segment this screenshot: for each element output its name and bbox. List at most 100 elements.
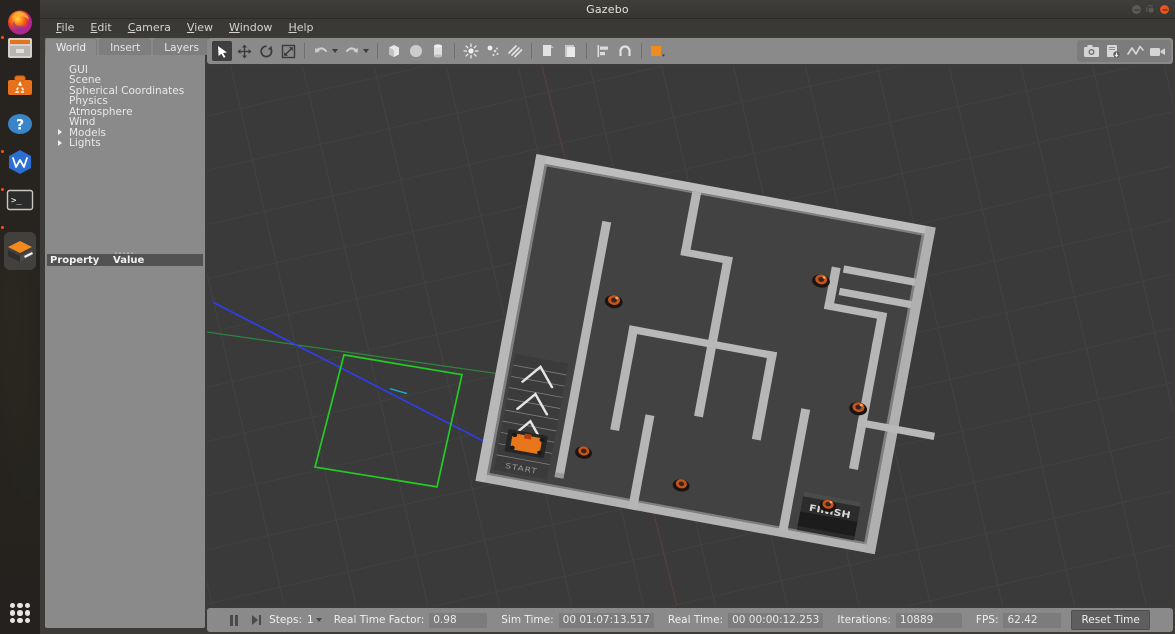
world-tree: GUI Scene Spherical Coordinates Physics …	[47, 55, 203, 249]
grid-dot	[10, 610, 16, 616]
plot-button[interactable]	[1125, 41, 1145, 61]
sim-time-value: 00 01:07:13.517	[558, 612, 654, 628]
grid-dot	[10, 617, 16, 623]
gazebo-3d-viewport[interactable]: START FINISH	[207, 66, 1173, 606]
insert-box-button[interactable]	[384, 41, 404, 61]
toolbar-separator	[641, 43, 642, 59]
insert-directional-light-button[interactable]	[505, 41, 525, 61]
camera-icon	[1083, 45, 1099, 57]
minimize-button[interactable]	[1132, 5, 1141, 14]
hexagon-app-icon	[9, 150, 31, 174]
dock-running-dot-gazebo	[0, 226, 4, 229]
tree-item-models[interactable]: Models	[47, 127, 203, 138]
show-applications-button[interactable]	[9, 602, 31, 624]
insert-spot-light-button[interactable]	[483, 41, 503, 61]
simulation-status-bar: Steps: 1 Real Time Factor: 0.98 Sim Time…	[207, 608, 1173, 632]
menu-window[interactable]: Window	[221, 20, 280, 35]
terminal-icon: >_	[6, 189, 34, 211]
dock-item-ubuntu-software[interactable]	[4, 70, 36, 102]
box-icon	[389, 45, 399, 57]
paste-icon	[565, 45, 575, 57]
menu-edit[interactable]: Edit	[82, 20, 119, 35]
tab-layers[interactable]: Layers	[153, 38, 210, 55]
column-header-property: Property	[50, 254, 100, 266]
cursor-arrow-icon	[217, 45, 227, 58]
dock-item-files[interactable]	[4, 32, 36, 64]
rotate-mode-button[interactable]	[256, 41, 276, 61]
iterations-value: 10889	[895, 612, 962, 628]
expand-arrow-icon[interactable]	[58, 129, 62, 135]
screenshot-button[interactable]	[1081, 41, 1101, 61]
menu-view[interactable]: View	[179, 20, 221, 35]
fps-value: 62.42	[1003, 612, 1062, 628]
insert-point-light-button[interactable]	[461, 41, 481, 61]
redo-history-caret-icon[interactable]	[363, 49, 369, 53]
steps-label: Steps:	[269, 614, 303, 626]
real-time-value: 00 00:00:12.253	[728, 612, 824, 628]
paste-button[interactable]	[560, 41, 580, 61]
tree-item-label: Lights	[69, 137, 101, 149]
align-icon	[597, 45, 608, 57]
window-titlebar[interactable]: Gazebo	[40, 0, 1175, 19]
select-mode-button[interactable]	[212, 41, 232, 61]
close-button[interactable]	[1160, 5, 1169, 14]
real-time-factor-value: 0.98	[429, 612, 488, 628]
copy-button[interactable]	[538, 41, 558, 61]
pause-button[interactable]	[230, 614, 239, 626]
property-table-header: Property Value	[47, 254, 203, 266]
dock-item-help[interactable]: ?	[4, 108, 36, 140]
tree-item-atmosphere[interactable]: Atmosphere	[47, 106, 203, 117]
undo-button[interactable]	[311, 41, 331, 61]
dock-item-terminal[interactable]: >_	[4, 184, 36, 216]
cylinder-icon	[434, 44, 442, 58]
sphere-icon	[410, 45, 422, 57]
dock-item-webmin-app[interactable]	[4, 146, 36, 178]
pause-icon	[230, 614, 234, 626]
grid-dot	[17, 610, 23, 616]
steps-value[interactable]: 1	[307, 614, 314, 626]
tree-item-physics[interactable]: Physics	[47, 96, 203, 107]
align-button[interactable]	[593, 41, 613, 61]
tree-item-spherical-coordinates[interactable]: Spherical Coordinates	[47, 85, 203, 96]
tree-item-wind[interactable]: Wind	[47, 117, 203, 128]
record-video-button[interactable]	[1147, 41, 1167, 61]
expand-arrow-icon[interactable]	[58, 139, 62, 146]
toolbar-separator	[454, 43, 455, 59]
real-time-label: Real Time:	[667, 614, 724, 626]
dock-item-gazebo[interactable]	[4, 232, 36, 270]
scale-mode-button[interactable]	[278, 41, 298, 61]
redo-button[interactable]	[342, 41, 362, 61]
menu-file[interactable]: File	[48, 20, 82, 35]
tab-world[interactable]: World	[45, 38, 98, 55]
step-forward-icon	[259, 615, 262, 625]
tree-item-lights[interactable]: Lights	[47, 137, 203, 149]
tree-item-scene[interactable]: Scene	[47, 75, 203, 86]
undo-history-caret-icon[interactable]	[332, 49, 338, 53]
save-log-button[interactable]	[1103, 41, 1123, 61]
render-area: START FINISH Steps: 1 Real Time Factor: …	[207, 38, 1173, 632]
steps-dropdown-caret-icon[interactable]	[315, 618, 322, 622]
step-button[interactable]	[252, 615, 262, 625]
ubuntu-dock: ? >_	[0, 0, 40, 634]
reset-time-button[interactable]: Reset Time	[1071, 610, 1150, 630]
snap-button[interactable]	[615, 41, 635, 61]
maximize-button[interactable]	[1146, 5, 1155, 14]
rotate-icon	[259, 44, 272, 57]
menu-bar: File Edit Camera View Window Help	[40, 19, 1175, 36]
insert-sphere-button[interactable]	[406, 41, 426, 61]
log-save-icon	[1107, 44, 1120, 58]
panel-tabs: World Insert Layers	[45, 38, 210, 55]
menu-camera[interactable]: Camera	[120, 20, 179, 35]
help-question-icon: ?	[8, 114, 32, 134]
change-view-angle-button[interactable]	[648, 41, 668, 61]
scale-icon	[281, 44, 295, 58]
menu-help[interactable]: Help	[280, 20, 321, 35]
toolbar-separator	[586, 43, 587, 59]
world-panel: World Insert Layers GUI Scene Spherical …	[45, 38, 210, 628]
iterations-label: Iterations:	[837, 614, 891, 626]
translate-mode-button[interactable]	[234, 41, 254, 61]
insert-cylinder-button[interactable]	[428, 41, 448, 61]
tree-item-gui[interactable]: GUI	[47, 64, 203, 75]
tab-insert[interactable]: Insert	[99, 38, 152, 55]
toolbar-separator	[531, 43, 532, 59]
